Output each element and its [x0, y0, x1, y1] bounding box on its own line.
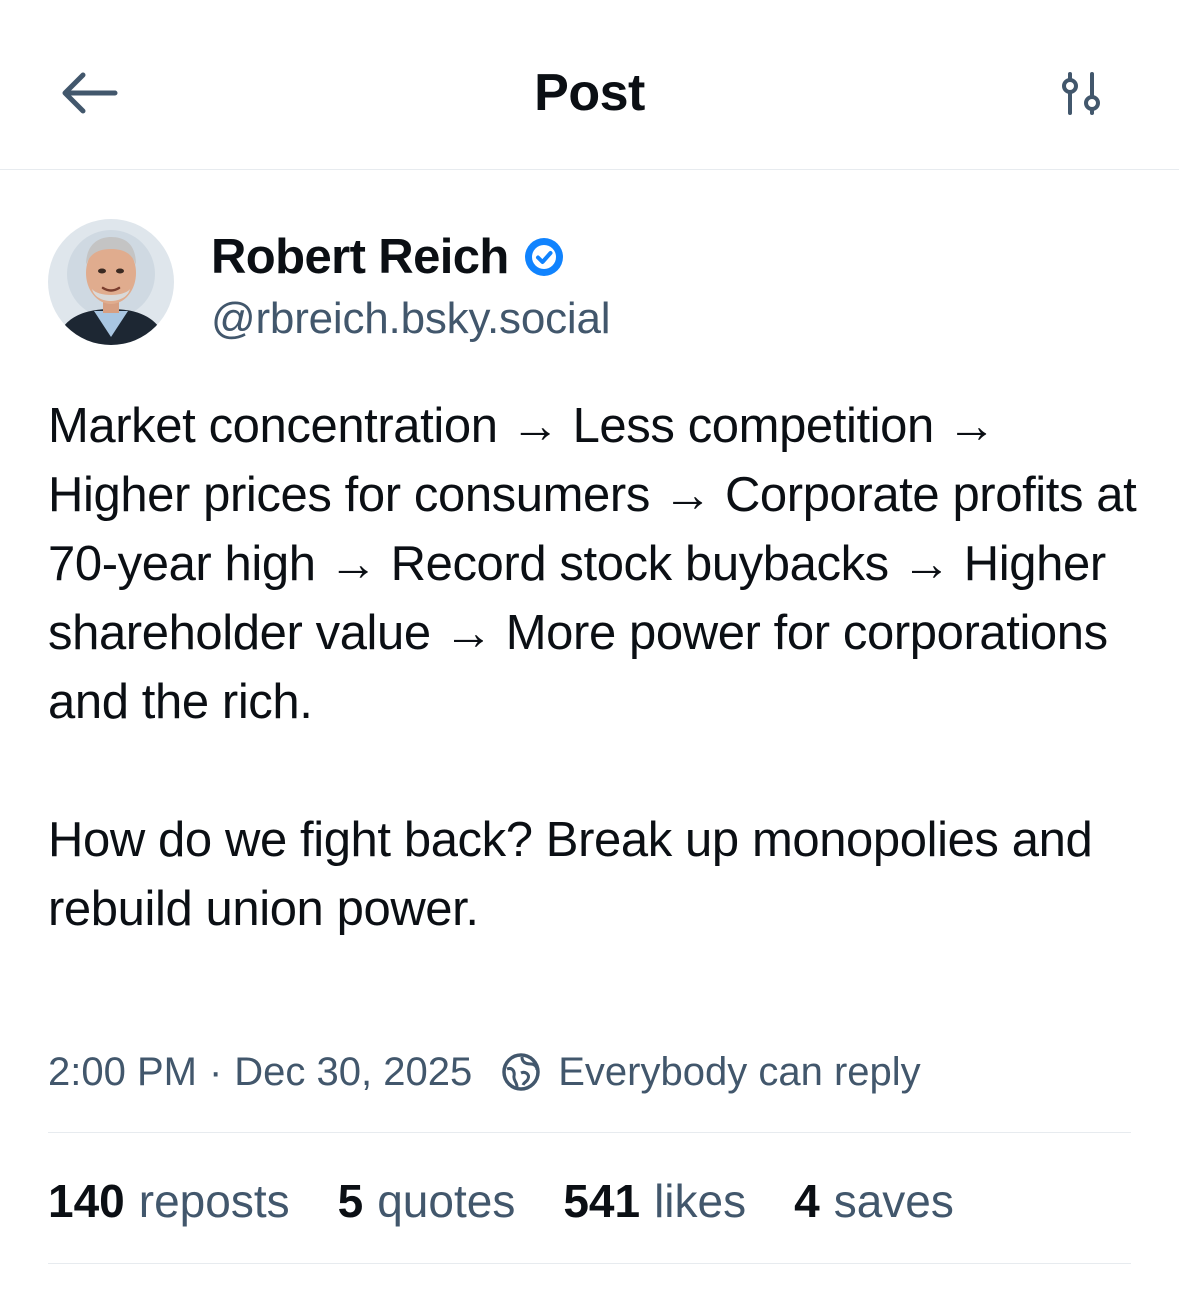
page-title: Post	[534, 64, 645, 122]
meta-separator: ·	[208, 1049, 223, 1094]
top-bar: Post	[0, 0, 1179, 170]
post-author: Robert Reich @rbreich.bsky.social	[48, 219, 1131, 349]
post-body: Market concentration → Less competition …	[48, 392, 1138, 944]
verified-badge-icon	[524, 238, 563, 276]
post-meta: 2:00 PM · Dec 30, 2025 Everybody can rep…	[48, 1044, 921, 1100]
quotes-count: 5	[337, 1175, 364, 1227]
saves-stat[interactable]: 4 saves	[794, 1174, 954, 1228]
earth-icon	[502, 1053, 540, 1091]
quotes-label: quotes	[377, 1175, 516, 1227]
likes-label: likes	[654, 1175, 747, 1227]
post-paragraph: How do we fight back? Break up monopolie…	[48, 813, 1093, 936]
author-name-row: Robert Reich	[211, 227, 565, 287]
post-time: 2:00 PM	[48, 1049, 197, 1094]
post-stats: 140 reposts 5 quotes 541 likes 4 saves	[48, 1170, 954, 1232]
post-date: Dec 30, 2025	[234, 1049, 473, 1094]
reply-setting-label: Everybody can reply	[558, 1049, 921, 1094]
quotes-stat[interactable]: 5 quotes	[338, 1174, 516, 1228]
reposts-count: 140	[48, 1175, 125, 1227]
post-paragraph: Market concentration → Less competition …	[48, 399, 1137, 729]
sliders-icon	[1062, 72, 1100, 115]
likes-stat[interactable]: 541 likes	[563, 1174, 746, 1228]
avatar[interactable]	[48, 219, 174, 345]
author-name[interactable]: Robert Reich	[211, 227, 509, 287]
reposts-label: reposts	[138, 1175, 290, 1227]
divider	[48, 1263, 1131, 1264]
thread-settings-button[interactable]	[1054, 68, 1108, 120]
reposts-stat[interactable]: 140 reposts	[48, 1174, 290, 1228]
author-handle[interactable]: @rbreich.bsky.social	[211, 291, 611, 347]
saves-count: 4	[794, 1175, 820, 1227]
saves-label: saves	[833, 1175, 954, 1227]
reply-setting[interactable]: Everybody can reply	[500, 1049, 921, 1095]
likes-count: 541	[563, 1175, 641, 1227]
divider	[48, 1132, 1131, 1133]
